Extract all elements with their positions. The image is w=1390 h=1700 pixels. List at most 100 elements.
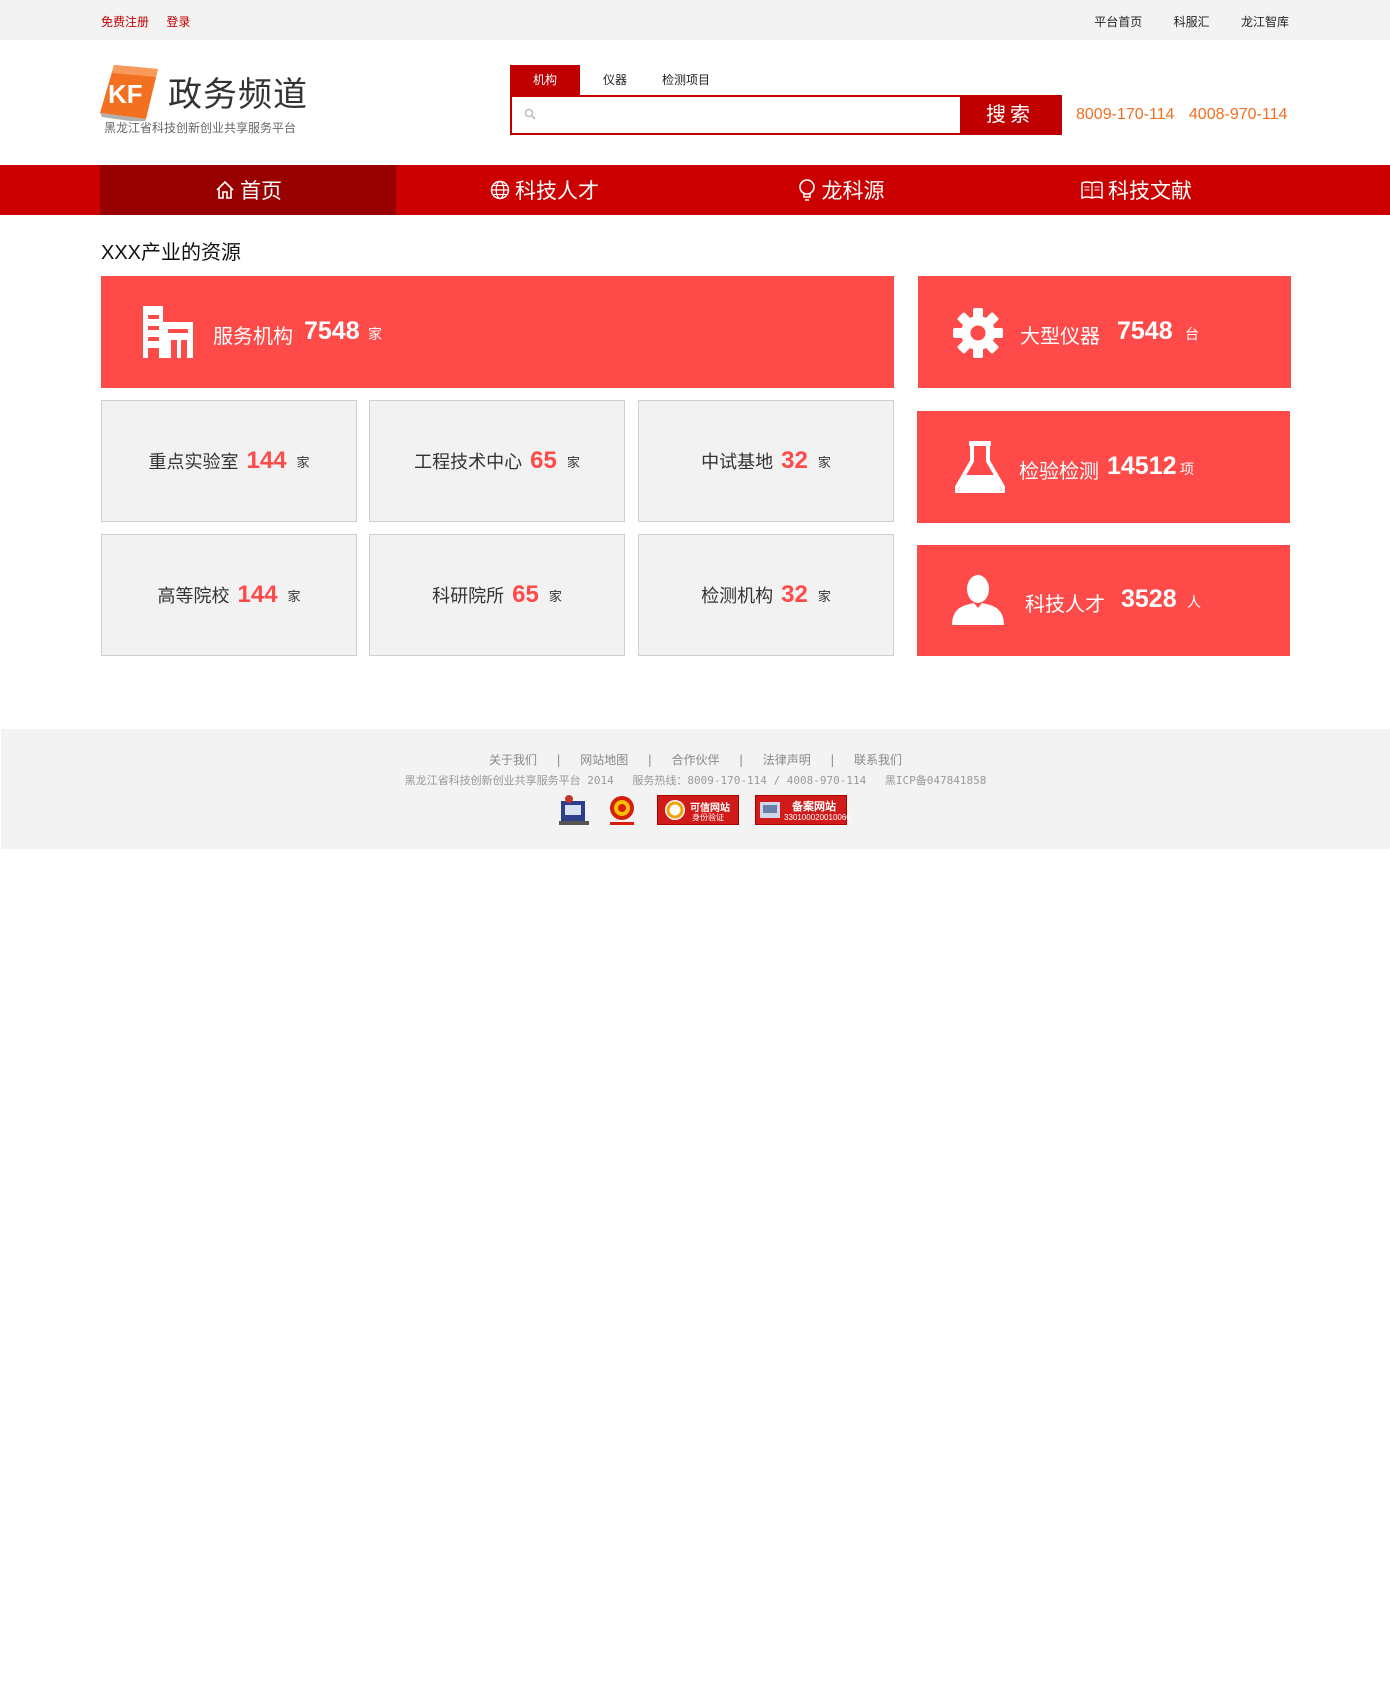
tile-unit: 家 xyxy=(296,454,310,470)
platform-home-link[interactable]: 平台首页 xyxy=(1094,15,1142,29)
hotline-number-1: 8009-170-114 xyxy=(1076,106,1175,123)
tile-research-institutes[interactable]: 科研院所 65 家 xyxy=(369,534,625,656)
nav-label-home: 首页 xyxy=(240,180,282,203)
footer-link-about[interactable]: 关于我们 xyxy=(489,753,537,767)
tile-label: 大型仪器 xyxy=(1020,326,1100,348)
logo-mark-text: KF xyxy=(108,79,143,109)
footer-separator: | xyxy=(737,753,745,767)
tile-value: 144 xyxy=(237,581,278,608)
industry-commerce-badge-icon[interactable] xyxy=(607,795,637,827)
logo-title: 政务频道 xyxy=(168,76,308,114)
tile-key-laboratory[interactable]: 重点实验室 144 家 xyxy=(101,400,357,522)
footer-separator: | xyxy=(828,753,836,767)
tile-label: 检验检测 xyxy=(1019,461,1099,483)
search-button[interactable]: 搜索 xyxy=(960,97,1060,133)
main-nav: 首页 科技人才 龙科源 科技文献 xyxy=(0,165,1390,215)
tile-engineering-center[interactable]: 工程技术中心 65 家 xyxy=(369,400,625,522)
bulb-icon xyxy=(798,179,815,201)
search-tab-test-item[interactable]: 检测项目 xyxy=(662,65,710,95)
hotline: 8009-170-114 4008-970-114 xyxy=(1076,106,1297,124)
kefuhui-link[interactable]: 科服汇 xyxy=(1174,15,1210,29)
search-tab-instrument[interactable]: 仪器 xyxy=(603,65,627,95)
record-site-title: 备案网站 xyxy=(792,801,836,813)
top-bar: 免费注册 登录 平台首页 科服汇 龙江智库 xyxy=(0,0,1390,40)
tile-testing-agencies[interactable]: 检测机构 32 家 xyxy=(638,534,894,656)
tile-unit: 家 xyxy=(548,588,562,604)
tile-inspection-testing[interactable]: 检验检测 14512 项 xyxy=(917,411,1290,523)
nav-item-longkeyuan[interactable]: 龙科源 xyxy=(692,165,988,215)
tile-unit: 台 xyxy=(1185,326,1199,342)
logo-subtitle: 黑龙江省科技创新创业共享服务平台 xyxy=(104,121,297,135)
search-panel: 机构 仪器 检测项目 搜索 xyxy=(510,65,1062,135)
site-logo[interactable]: KF 政务频道 黑龙江省科技创新创业共享服务平台 xyxy=(100,63,310,139)
tile-unit: 家 xyxy=(817,454,831,470)
tile-value: 14512 xyxy=(1107,452,1177,480)
nav-label-talent: 科技人才 xyxy=(515,180,599,203)
tile-service-institutions[interactable]: 服务机构 7548 家 xyxy=(101,276,894,388)
tile-universities[interactable]: 高等院校 144 家 xyxy=(101,534,357,656)
tile-tech-talent[interactable]: 科技人才 3528 人 xyxy=(917,545,1290,656)
building-icon xyxy=(143,306,193,358)
footer-links: 关于我们 | 网站地图 | 合作伙伴 | 法律声明 | 联系我们 xyxy=(1,751,1390,768)
footer-link-legal[interactable]: 法律声明 xyxy=(763,753,811,767)
tile-unit: 家 xyxy=(566,454,580,470)
globe-icon xyxy=(490,180,510,200)
tile-label: 服务机构 xyxy=(213,326,293,348)
tile-label: 中试基地 xyxy=(701,452,774,472)
tile-value: 65 xyxy=(530,447,557,474)
tile-label: 工程技术中心 xyxy=(414,452,523,472)
tile-unit: 家 xyxy=(287,588,301,604)
tile-label: 检测机构 xyxy=(701,586,774,606)
book-icon xyxy=(1081,181,1103,200)
search-input[interactable] xyxy=(542,101,962,129)
tile-unit: 项 xyxy=(1180,461,1194,477)
tile-unit: 人 xyxy=(1187,594,1201,610)
service-hotline-text: 服务热线：8009-170-114 / 4008-970-114 xyxy=(632,774,867,787)
register-link[interactable]: 免费注册 xyxy=(101,15,149,29)
tile-unit: 家 xyxy=(817,588,831,604)
tile-large-instruments[interactable]: 大型仪器 7548 台 xyxy=(918,276,1291,388)
tile-value: 7548 xyxy=(304,317,360,345)
search-box: 搜索 xyxy=(510,95,1062,135)
footer: 关于我们 | 网站地图 | 合作伙伴 | 法律声明 | 联系我们 黑龙江省科技创新创业共享服务平… xyxy=(1,729,1390,849)
tile-pilot-base[interactable]: 中试基地 32 家 xyxy=(638,400,894,522)
footer-link-sitemap[interactable]: 网站地图 xyxy=(580,753,628,767)
tile-label: 重点实验室 xyxy=(148,452,239,472)
nav-label-literature: 科技文献 xyxy=(1108,180,1192,203)
search-icon xyxy=(524,108,536,120)
think-tank-link[interactable]: 龙江智库 xyxy=(1241,15,1289,29)
tile-label: 科研院所 xyxy=(432,586,505,606)
tile-value: 32 xyxy=(781,447,808,474)
nav-item-talent[interactable]: 科技人才 xyxy=(396,165,692,215)
record-site-badge[interactable]: 备案网站 330100020010060 xyxy=(755,795,851,825)
search-tab-institution[interactable]: 机构 xyxy=(510,65,580,95)
login-link[interactable]: 登录 xyxy=(166,15,190,29)
record-site-icon xyxy=(760,802,780,818)
tile-value: 65 xyxy=(512,581,539,608)
footer-separator: | xyxy=(555,753,563,767)
trusted-site-icon xyxy=(665,800,685,820)
icp-text: 黑ICP备047841858 xyxy=(884,774,987,787)
nav-item-home[interactable]: 首页 xyxy=(100,165,396,215)
copyright-text: 黑龙江省科技创新创业共享服务平台 2014 xyxy=(404,774,614,787)
record-site-number: 330100020010060 xyxy=(784,813,851,822)
tile-unit: 家 xyxy=(368,326,382,342)
tile-label: 高等院校 xyxy=(157,586,230,606)
account-links: 免费注册 登录 xyxy=(101,13,204,30)
police-badge-icon[interactable] xyxy=(557,795,591,827)
home-icon xyxy=(216,180,234,199)
trusted-site-subtitle: 身份验证 xyxy=(692,813,724,822)
nav-label-longkeyuan: 龙科源 xyxy=(821,180,885,203)
footer-link-contact[interactable]: 联系我们 xyxy=(854,753,902,767)
site-links: 平台首页 科服汇 龙江智库 xyxy=(1066,13,1289,30)
tile-value: 3528 xyxy=(1121,585,1177,613)
footer-copyright-line: 黑龙江省科技创新创业共享服务平台 2014 服务热线：8009-170-114 … xyxy=(1,772,1390,788)
tile-value: 32 xyxy=(781,581,808,608)
footer-link-partners[interactable]: 合作伙伴 xyxy=(671,753,719,767)
tile-value: 7548 xyxy=(1117,317,1173,345)
gear-icon xyxy=(953,308,1003,358)
footer-separator: | xyxy=(646,753,654,767)
nav-item-literature[interactable]: 科技文献 xyxy=(988,165,1284,215)
search-tabs: 机构 仪器 检测项目 xyxy=(510,65,810,95)
trusted-site-badge[interactable]: 可信网站 身份验证 xyxy=(657,795,739,825)
